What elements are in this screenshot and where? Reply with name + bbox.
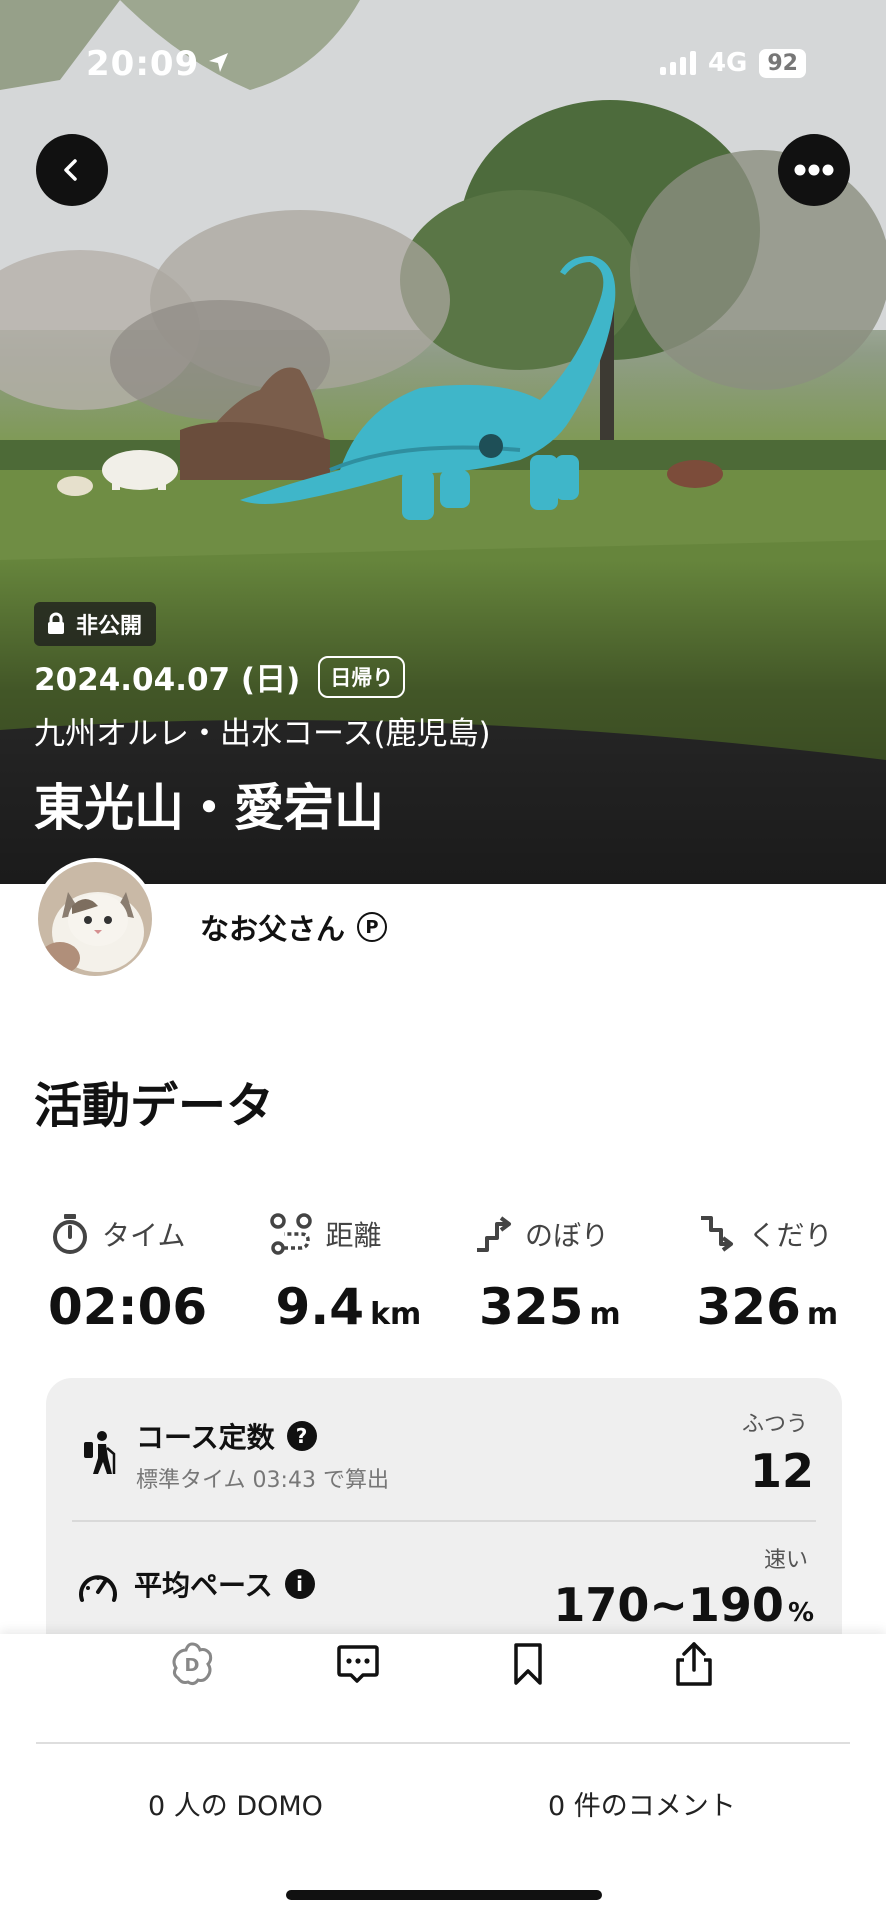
stopwatch-icon [53, 1214, 87, 1254]
hiker-icon [84, 1431, 116, 1474]
speedometer-icon [79, 1575, 117, 1602]
avatar[interactable] [34, 858, 156, 980]
divider [72, 1520, 816, 1522]
trip-type-badge: 日帰り [318, 655, 406, 698]
premium-badge: P [357, 912, 388, 942]
course-constant-level: ふつう [741, 1412, 808, 1437]
average-pace-unit: % [787, 1598, 814, 1628]
lock-icon [48, 612, 64, 634]
date-row: 2024.04.07 (日) 日帰り [34, 654, 406, 699]
stat-descent: くだり 326 m [649, 1208, 855, 1336]
user-row[interactable]: なお父さん P [200, 906, 388, 948]
divider [36, 1742, 850, 1744]
stat-value: 325 [479, 1278, 584, 1336]
battery-icon: 92 [759, 48, 806, 78]
comment-button[interactable] [328, 1634, 388, 1694]
more-button[interactable] [778, 134, 850, 206]
bookmark-icon [514, 1643, 542, 1685]
stat-unit: m [806, 1297, 839, 1332]
course-constant-value: 12 [749, 1444, 814, 1498]
status-right: 4G 92 [659, 48, 806, 78]
bookmark-button[interactable] [498, 1634, 558, 1694]
signal-icon [659, 51, 696, 75]
course-constant-row: コース定数 ? 標準タイム 03:43 で算出 ふつう 12 [46, 1378, 842, 1518]
stat-value: 9.4 [275, 1278, 365, 1336]
activity-detail-card: コース定数 ? 標準タイム 03:43 で算出 ふつう 12 平均ペース i 速… [46, 1378, 842, 1638]
chevron-left-icon [64, 159, 77, 181]
course-constant-sub: 標準タイム 03:43 で算出 [136, 1468, 389, 1493]
average-pace-value-group: 170~190 % [553, 1578, 814, 1632]
stat-label: のぼり [525, 1219, 610, 1252]
activity-date: 2024.04.07 (日) [34, 662, 301, 698]
route-icon [269, 1213, 312, 1255]
activity-stats: タイム 02:06 距離 9.4 km のぼり 325 m くだり 326 m [34, 1208, 854, 1336]
location-arrow-icon [209, 53, 228, 72]
private-badge: 非公開 [34, 602, 157, 646]
stat-value: 02:06 [48, 1278, 208, 1336]
status-time: 20:09 [86, 44, 200, 84]
private-label: 非公開 [76, 614, 143, 639]
stat-label: タイム [102, 1219, 186, 1252]
svg-text:D: D [185, 1655, 200, 1676]
stat-distance: 距離 9.4 km [238, 1208, 444, 1336]
stat-time: タイム 02:06 [34, 1208, 240, 1336]
help-icon[interactable]: ? [286, 1421, 317, 1451]
activity-section-title: 活動データ [34, 1078, 275, 1134]
more-icon [794, 164, 834, 176]
stat-label: 距離 [325, 1219, 382, 1252]
stat-unit: m [589, 1297, 621, 1332]
back-button[interactable] [36, 134, 108, 206]
info-icon[interactable]: i [284, 1569, 315, 1599]
descent-icon [700, 1216, 733, 1252]
avatar-image [38, 862, 152, 976]
stat-ascent: のぼり 325 m [443, 1208, 649, 1336]
average-pace-value: 170~190 [553, 1578, 784, 1632]
cat-photo [38, 862, 152, 976]
page-title: 東光山・愛宕山 [34, 779, 384, 837]
stat-value: 326 [696, 1278, 801, 1336]
course-name[interactable]: 九州オルレ・出水コース(鹿児島) [34, 708, 491, 753]
ascent-icon [477, 1216, 511, 1252]
comment-icon [337, 1645, 379, 1683]
user-name[interactable]: なお父さん [200, 906, 345, 948]
domo-flower-icon: D [172, 1642, 213, 1686]
bottom-action-bar: D 0 人の DOMO 0 件のコメント [0, 1634, 886, 1920]
domo-button[interactable]: D [162, 1634, 222, 1694]
home-indicator [286, 1890, 602, 1900]
average-pace-level: 速い [763, 1548, 808, 1573]
course-constant-label: コース定数 [136, 1421, 275, 1454]
stat-unit: km [370, 1297, 422, 1332]
network-type: 4G [707, 48, 748, 78]
domo-count[interactable]: 0 人の DOMO [148, 1784, 323, 1823]
share-icon [676, 1642, 712, 1686]
share-button[interactable] [664, 1634, 724, 1694]
comment-count[interactable]: 0 件のコメント [548, 1784, 736, 1823]
average-pace-label: 平均ペース [134, 1569, 273, 1602]
stat-label: くだり [748, 1219, 833, 1252]
